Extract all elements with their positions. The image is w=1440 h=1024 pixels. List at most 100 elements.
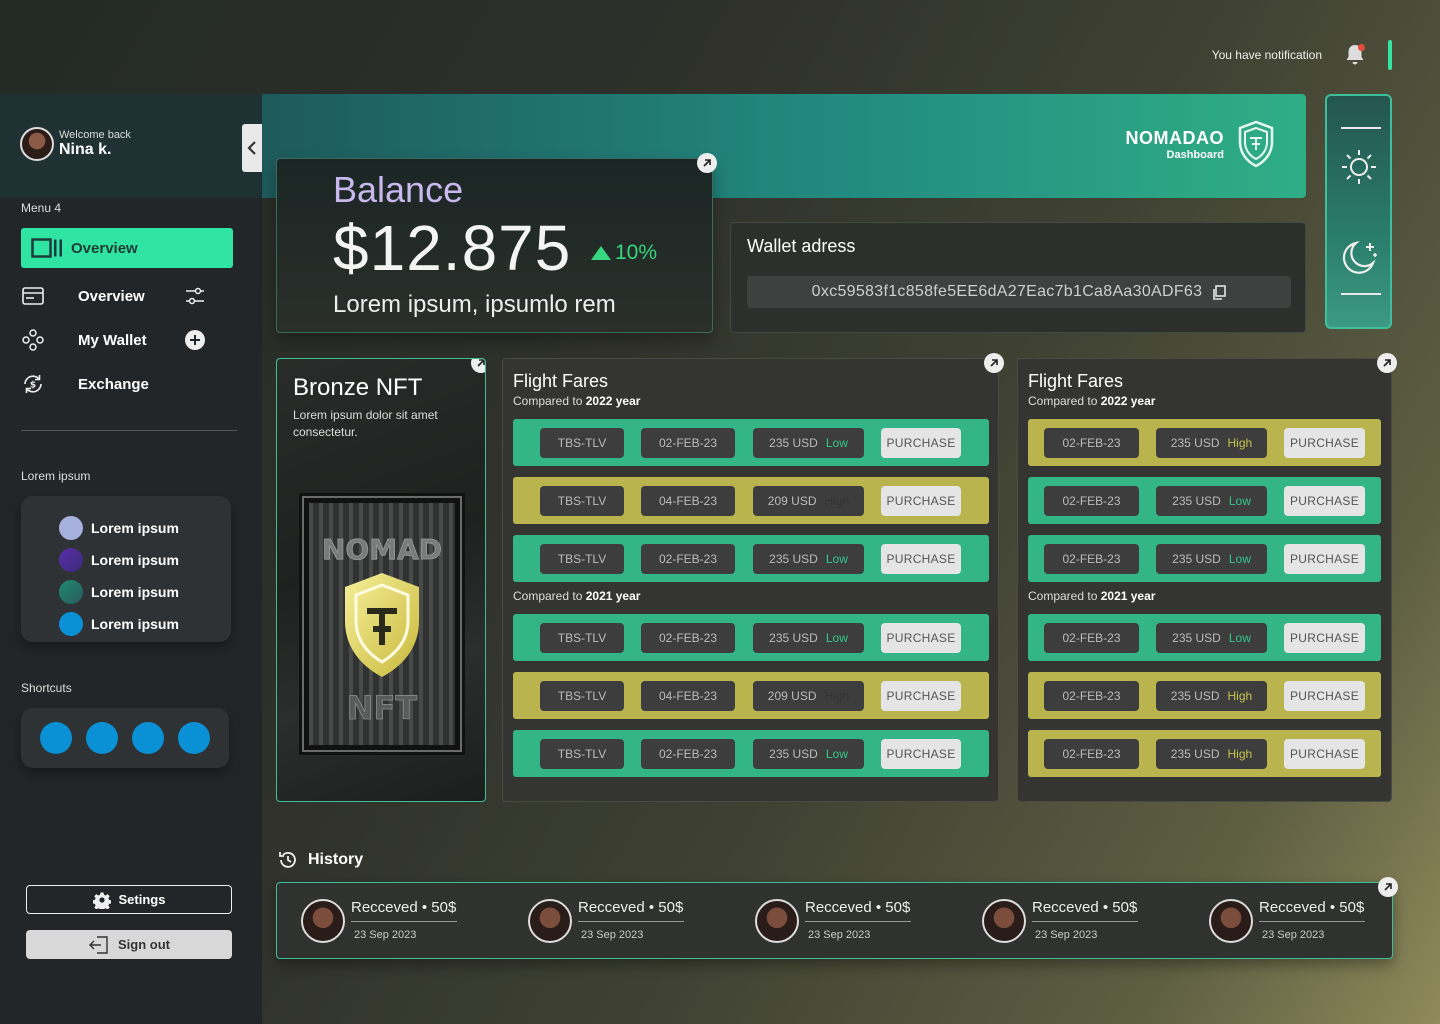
- notification-indicator: [1388, 40, 1392, 70]
- price-level: High: [824, 494, 850, 508]
- sidebar-item-overview[interactable]: Overview: [21, 281, 221, 311]
- card-icon: [22, 287, 44, 305]
- sun-icon[interactable]: [1340, 148, 1378, 186]
- history-item[interactable]: Recceved • 50$ 23 Sep 2023: [1209, 899, 1365, 943]
- divider: [1341, 293, 1381, 295]
- avatar: [528, 899, 572, 943]
- layout-icon: [31, 238, 62, 258]
- price-value: 235 USD: [769, 631, 818, 645]
- purchase-button[interactable]: PURCHASE: [1284, 486, 1365, 516]
- fare-date: 04-FEB-23: [641, 486, 735, 516]
- history-icon: [279, 852, 296, 868]
- expand-button[interactable]: [697, 153, 717, 173]
- sidebar-item-label: Overview: [71, 239, 138, 257]
- fare-price: 235 USD Low: [1156, 623, 1267, 653]
- sidebar-item-my-wallet[interactable]: My Wallet: [21, 325, 221, 355]
- list-item[interactable]: Lorem ipsum: [59, 544, 231, 576]
- purchase-button[interactable]: PURCHASE: [881, 681, 961, 711]
- user-profile[interactable]: Welcome back Nina k.: [20, 127, 131, 161]
- flight-fares-card-left: Flight Fares Compared to 2022 year TBS-T…: [502, 353, 1004, 802]
- list-item[interactable]: Lorem ipsum: [59, 576, 231, 608]
- fares-compare-label: Compared to 2022 year: [513, 394, 640, 408]
- purchase-button[interactable]: PURCHASE: [1284, 739, 1365, 769]
- fare-date: 02-FEB-23: [1044, 486, 1139, 516]
- wallet-address: 0xc59583f1c858fe5EE6dA27Eac7b1Ca8Aa30ADF…: [811, 283, 1203, 300]
- sign-out-button[interactable]: Sign out: [26, 930, 232, 959]
- bell-icon[interactable]: [1344, 43, 1366, 67]
- list-item-label: Lorem ipsum: [91, 520, 179, 536]
- price-value: 235 USD: [1172, 631, 1221, 645]
- expand-button[interactable]: [471, 359, 485, 373]
- welcome-text: Welcome back: [59, 129, 131, 141]
- price-level: Low: [825, 631, 848, 645]
- price-value: 235 USD: [1172, 494, 1221, 508]
- price-level: High: [1227, 747, 1253, 761]
- purchase-button[interactable]: PURCHASE: [881, 428, 961, 458]
- shortcut-button[interactable]: [178, 722, 210, 754]
- list-item[interactable]: Lorem ipsum: [59, 608, 231, 640]
- list-item-label: Lorem ipsum: [91, 616, 179, 632]
- history-date: 23 Sep 2023: [1035, 929, 1098, 941]
- shortcut-button[interactable]: [40, 722, 72, 754]
- collapse-sidebar-button[interactable]: [242, 124, 262, 172]
- price-value: 235 USD: [1172, 552, 1221, 566]
- wallet-address-field[interactable]: 0xc59583f1c858fe5EE6dA27Eac7b1Ca8Aa30ADF…: [747, 276, 1291, 308]
- nft-image[interactable]: NOMAD NFT: [299, 493, 465, 755]
- fare-price: 235 USD Low: [1156, 544, 1267, 574]
- sidebar-item-overview-active[interactable]: Overview: [21, 228, 233, 268]
- fare-price: 235 USD Low: [753, 544, 864, 574]
- sidebar-item-label: Overview: [78, 287, 145, 305]
- purchase-button[interactable]: PURCHASE: [881, 486, 961, 516]
- shortcut-button[interactable]: [132, 722, 164, 754]
- fare-row: TBS-TLV 04-FEB-23 209 USD High PURCHASE: [513, 477, 989, 524]
- fare-row: 02-FEB-23 235 USD Low PURCHASE: [1028, 614, 1381, 661]
- fare-route: TBS-TLV: [540, 544, 624, 574]
- purchase-button[interactable]: PURCHASE: [881, 544, 961, 574]
- purchase-button[interactable]: PURCHASE: [1284, 428, 1365, 458]
- price-level: Low: [1228, 552, 1251, 566]
- chevron-left-icon: [247, 141, 256, 155]
- fare-price: 235 USD Low: [1156, 486, 1267, 516]
- fare-route: TBS-TLV: [540, 681, 624, 711]
- divider: [1341, 127, 1381, 129]
- history-item[interactable]: Recceved • 50$ 23 Sep 2023: [755, 899, 911, 943]
- compare-prefix: Compared to: [513, 589, 583, 603]
- list-item[interactable]: Lorem ipsum: [59, 512, 231, 544]
- purchase-button[interactable]: PURCHASE: [1284, 681, 1365, 711]
- copy-icon[interactable]: [1212, 284, 1227, 300]
- price-value: 235 USD: [769, 552, 818, 566]
- history-label: Recceved • 50$: [578, 899, 684, 922]
- purchase-button[interactable]: PURCHASE: [881, 623, 961, 653]
- list-item-label: Lorem ipsum: [91, 552, 179, 568]
- fare-date: 02-FEB-23: [641, 428, 735, 458]
- history-date: 23 Sep 2023: [354, 929, 417, 941]
- moon-icon[interactable]: [1340, 239, 1380, 277]
- purchase-button[interactable]: PURCHASE: [881, 739, 961, 769]
- shortcut-button[interactable]: [86, 722, 118, 754]
- flight-fares-card-right: Flight Fares Compared to 2022 year 02-FE…: [1017, 353, 1397, 802]
- expand-button[interactable]: [1377, 353, 1397, 373]
- exchange-icon: $: [24, 375, 42, 393]
- sidebar-item-exchange[interactable]: $ Exchange: [21, 369, 221, 399]
- expand-button[interactable]: [1378, 877, 1398, 897]
- history-item[interactable]: Recceved • 50$ 23 Sep 2023: [528, 899, 684, 943]
- price-level: High: [1227, 436, 1253, 450]
- history-item[interactable]: Recceved • 50$ 23 Sep 2023: [301, 899, 457, 943]
- color-dot: [59, 580, 83, 604]
- purchase-button[interactable]: PURCHASE: [1284, 544, 1365, 574]
- purchase-button[interactable]: PURCHASE: [1284, 623, 1365, 653]
- history-item[interactable]: Recceved • 50$ 23 Sep 2023: [982, 899, 1138, 943]
- settings-button[interactable]: Setings: [26, 885, 232, 914]
- price-level: Low: [1228, 494, 1251, 508]
- fare-price: 235 USD High: [1156, 739, 1267, 769]
- price-value: 209 USD: [767, 689, 817, 703]
- list-item-label: Lorem ipsum: [91, 584, 179, 600]
- settings-label: Setings: [118, 892, 166, 907]
- sidebar: Welcome back Nina k. Menu 4 Overview Ove…: [0, 94, 262, 1024]
- wallet-title: Wallet adress: [747, 236, 856, 256]
- price-level: Low: [1228, 631, 1251, 645]
- expand-button[interactable]: [984, 353, 1004, 373]
- arrow-up-right-icon: [990, 359, 998, 367]
- fare-row: 02-FEB-23 235 USD High PURCHASE: [1028, 419, 1381, 466]
- plus-circle-icon: [185, 330, 205, 350]
